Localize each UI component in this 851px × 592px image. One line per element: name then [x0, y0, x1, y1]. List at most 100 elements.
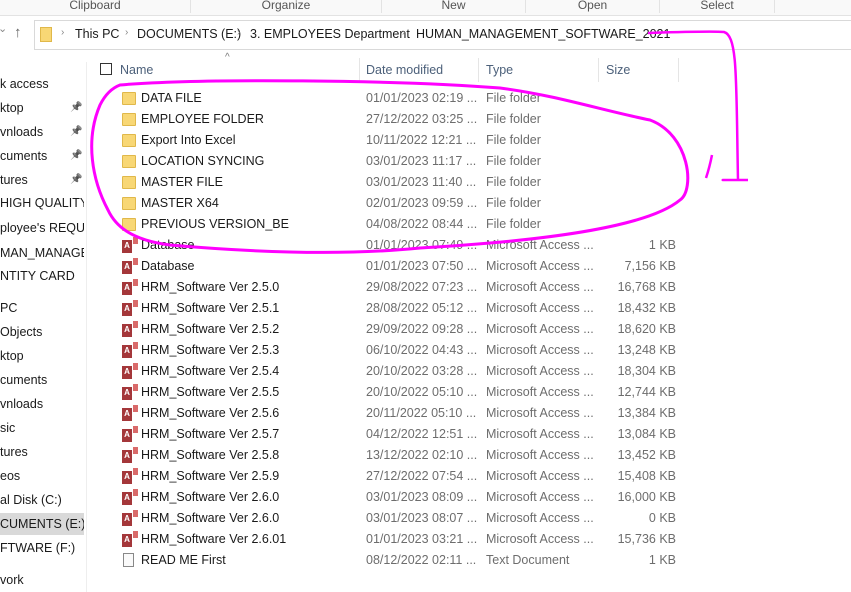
sidebar-item-label: k access	[0, 77, 49, 91]
sidebar-item[interactable]: eos	[0, 465, 84, 487]
file-date: 13/12/2022 02:10 ...	[366, 448, 478, 462]
file-name: HRM_Software Ver 2.5.8	[141, 448, 280, 462]
file-size: 16,768 KB	[617, 280, 676, 294]
sidebar-item[interactable]: MAN_MANAGEI	[0, 242, 84, 264]
breadcrumb-employees-department[interactable]: 3. EMPLOYEES Department	[250, 27, 410, 41]
folder-icon	[122, 197, 136, 210]
file-type: File folder	[486, 91, 541, 105]
sidebar-item[interactable]: CUMENTS (E:)	[0, 513, 84, 535]
file-date: 03/01/2023 08:09 ...	[366, 490, 478, 504]
sidebar-item[interactable]: tures 📌	[0, 169, 84, 191]
file-row[interactable]: EMPLOYEE FOLDER 27/12/2022 03:25 ... File …	[96, 109, 686, 130]
column-name[interactable]: Name	[120, 58, 360, 82]
sidebar-item[interactable]: Objects	[0, 321, 84, 343]
file-row[interactable]: A HRM_Software Ver 2.5.3 06/10/2022 04:43 …	[96, 340, 686, 361]
sidebar-item[interactable]: cuments	[0, 369, 84, 391]
address-bar[interactable]: › This PC › DOCUMENTS (E:) › 3. EMPLOYEE…	[34, 20, 851, 50]
file-type: Text Document	[486, 553, 570, 567]
recent-locations-chevron-icon[interactable]: ⌄	[0, 22, 7, 50]
folder-icon	[122, 113, 136, 126]
file-date: 01/01/2023 03:21 ...	[366, 532, 478, 546]
breadcrumb-current-folder[interactable]: HUMAN_MANAGEMENT_SOFTWARE_2021	[416, 27, 670, 41]
file-row[interactable]: A HRM_Software Ver 2.5.8 13/12/2022 02:10 …	[96, 445, 686, 466]
file-name: HRM_Software Ver 2.5.2	[141, 322, 280, 336]
sidebar-item[interactable]: ktop	[0, 345, 84, 367]
select-all-checkbox[interactable]	[100, 63, 112, 75]
file-row[interactable]: A Database 01/01/2023 07:50 ... Microsoft A…	[96, 256, 686, 277]
breadcrumb-documents[interactable]: DOCUMENTS (E:)	[137, 27, 241, 41]
sidebar-item[interactable]: k access	[0, 73, 84, 95]
file-row[interactable]: LOCATION SYNCING 03/01/2023 11:17 ... File…	[96, 151, 686, 172]
sidebar-item[interactable]: al Disk (C:)	[0, 489, 84, 511]
sidebar-item-label: cuments	[0, 149, 48, 163]
sidebar-item[interactable]: cuments 📌	[0, 145, 84, 167]
sidebar-item-label: sic	[0, 421, 16, 435]
file-type: File folder	[486, 112, 541, 126]
up-arrow-icon[interactable]: ↑	[14, 24, 22, 52]
sidebar-item[interactable]: vork	[0, 569, 84, 591]
sidebar-item[interactable]: tures	[0, 441, 84, 463]
text-document-icon	[123, 553, 134, 567]
access-database-icon: A	[122, 237, 138, 253]
file-row[interactable]: MASTER X64 02/01/2023 09:59 ... File folde…	[96, 193, 686, 214]
sidebar-item[interactable]: ployee's REQUES	[0, 217, 84, 239]
file-type: Microsoft Access ...	[486, 385, 594, 399]
file-date: 27/12/2022 03:25 ...	[366, 112, 478, 126]
breadcrumb-this-pc[interactable]: This PC	[75, 27, 119, 41]
column-date-modified[interactable]: Date modified	[360, 58, 479, 82]
file-row[interactable]: A HRM_Software Ver 2.5.0 29/08/2022 07:23 …	[96, 277, 686, 298]
pin-icon[interactable]: 📌	[70, 97, 82, 119]
pin-icon[interactable]: 📌	[70, 145, 82, 167]
file-row[interactable]: A HRM_Software Ver 2.6.01 01/01/2023 03:21…	[96, 529, 686, 550]
file-row[interactable]: A Database 01/01/2023 07:49 ... Microsoft A…	[96, 235, 686, 256]
file-row[interactable]: A HRM_Software Ver 2.5.6 20/11/2022 05:10 …	[96, 403, 686, 424]
access-database-icon: A	[122, 510, 138, 526]
file-date: 28/08/2022 05:12 ...	[366, 301, 478, 315]
folder-icon	[122, 218, 136, 231]
file-row[interactable]: A HRM_Software Ver 2.5.7 04/12/2022 12:51 …	[96, 424, 686, 445]
file-row[interactable]: DATA FILE 01/01/2023 02:19 ... File folder	[96, 88, 686, 109]
sidebar-item-label: cuments	[0, 373, 48, 387]
file-row[interactable]: A HRM_Software Ver 2.5.9 27/12/2022 07:54 …	[96, 466, 686, 487]
file-row[interactable]: MASTER FILE 03/01/2023 11:40 ... File fold…	[96, 172, 686, 193]
file-name: HRM_Software Ver 2.5.7	[141, 427, 280, 441]
sidebar-item[interactable]: sic	[0, 417, 84, 439]
file-row[interactable]: A HRM_Software Ver 2.6.0 03/01/2023 08:07 …	[96, 508, 686, 529]
folder-icon	[122, 176, 136, 189]
file-size: 13,384 KB	[617, 406, 676, 420]
file-name: PREVIOUS VERSION_BE	[141, 217, 289, 231]
pin-icon[interactable]: 📌	[70, 169, 82, 191]
sidebar-item[interactable]: FTWARE (F:)	[0, 537, 84, 559]
file-name: HRM_Software Ver 2.6.01	[141, 532, 287, 546]
sidebar-item[interactable]: PC	[0, 297, 84, 319]
sidebar-item-label: PC	[0, 301, 18, 315]
column-type[interactable]: Type	[480, 58, 599, 82]
file-type: File folder	[486, 217, 541, 231]
file-name: HRM_Software Ver 2.5.4	[141, 364, 280, 378]
chevron-right-icon: ›	[402, 27, 406, 38]
file-name: HRM_Software Ver 2.5.3	[141, 343, 280, 357]
sidebar-item[interactable]: HIGH QUALITY O	[0, 192, 84, 214]
access-database-icon: A	[122, 342, 138, 358]
file-row[interactable]: Export Into Excel 10/11/2022 12:21 ... Fil…	[96, 130, 686, 151]
file-name: HRM_Software Ver 2.5.0	[141, 280, 280, 294]
file-row[interactable]: READ ME First 08/12/2022 02:11 ... Text Do…	[96, 550, 686, 571]
sidebar-item[interactable]: vnloads	[0, 393, 84, 415]
file-row[interactable]: A HRM_Software Ver 2.5.4 20/10/2022 03:28 …	[96, 361, 686, 382]
sidebar-item[interactable]: NTITY CARD	[0, 265, 84, 287]
access-database-icon: A	[122, 489, 138, 505]
file-type: Microsoft Access ...	[486, 259, 594, 273]
pin-icon[interactable]: 📌	[70, 121, 82, 143]
sidebar-item[interactable]: ktop 📌	[0, 97, 84, 119]
sidebar-item[interactable]: vnloads 📌	[0, 121, 84, 143]
column-size[interactable]: Size	[600, 58, 679, 82]
file-row[interactable]: A HRM_Software Ver 2.5.2 29/09/2022 09:28 …	[96, 319, 686, 340]
file-row[interactable]: A HRM_Software Ver 2.5.5 20/10/2022 05:10 …	[96, 382, 686, 403]
file-row[interactable]: PREVIOUS VERSION_BE 04/08/2022 08:44 ... F…	[96, 214, 686, 235]
file-row[interactable]: A HRM_Software Ver 2.6.0 03/01/2023 08:09 …	[96, 487, 686, 508]
sidebar-item-label: Objects	[0, 325, 43, 339]
file-date: 08/12/2022 02:11 ...	[366, 553, 477, 567]
file-date: 29/08/2022 07:23 ...	[366, 280, 478, 294]
file-row[interactable]: A HRM_Software Ver 2.5.1 28/08/2022 05:12 …	[96, 298, 686, 319]
access-database-icon: A	[122, 405, 138, 421]
